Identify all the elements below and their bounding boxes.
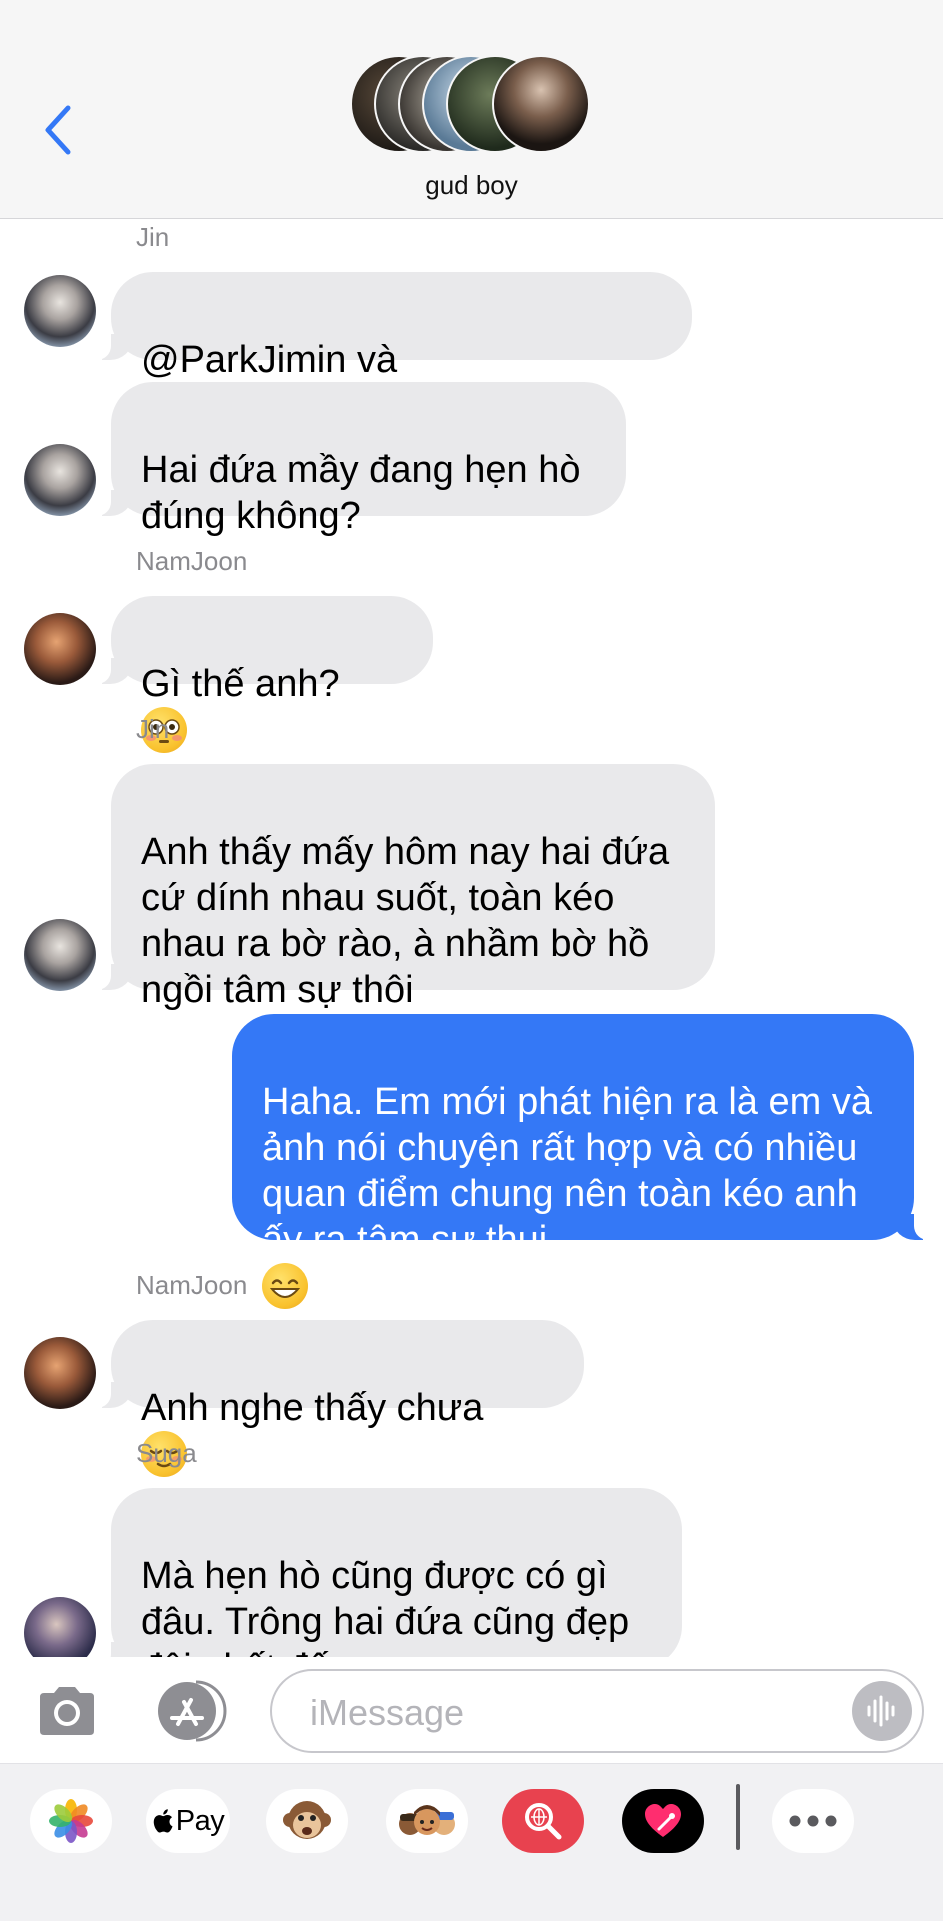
avatar-suga[interactable]	[24, 1597, 96, 1657]
avatar-namjoon[interactable]	[24, 1337, 96, 1409]
more-apps-button[interactable]	[772, 1789, 854, 1853]
avatar-jin[interactable]	[24, 444, 96, 516]
sender-name: Suga	[136, 1438, 197, 1468]
avatar-jin[interactable]	[24, 919, 96, 991]
animoji-button[interactable]	[266, 1789, 348, 1853]
group-avatar-stack[interactable]	[350, 55, 595, 155]
images-search-icon	[525, 1803, 562, 1840]
photos-app-button[interactable]	[30, 1789, 112, 1853]
outgoing-message-bubble[interactable]: Haha. Em mới phát hiện ra là em và ảnh n…	[232, 1014, 936, 1309]
photos-app-icon	[49, 1799, 93, 1843]
avatar-namjoon[interactable]	[24, 613, 96, 685]
camera-icon	[40, 1687, 94, 1735]
message-text: Haha. Em mới phát hiện ra là em và ảnh n…	[262, 1081, 872, 1261]
apple-pay-button[interactable]: Pay	[146, 1789, 230, 1853]
compose-bar	[0, 1657, 943, 1763]
app-drawer: Pay	[0, 1763, 943, 1921]
memoji-stickers-button[interactable]	[386, 1789, 468, 1853]
apple-pay-label: Pay	[175, 1804, 225, 1837]
drawer-divider	[736, 1784, 740, 1850]
incoming-message-bubble[interactable]: Gì thế anh?	[89, 596, 433, 753]
chevron-left-icon	[45, 105, 71, 155]
message-text: Anh nghe thấy chưa	[141, 1387, 484, 1429]
back-button[interactable]	[38, 100, 78, 160]
incoming-message-bubble[interactable]: @ParkJimin và @KimNamjoon	[89, 272, 692, 427]
message-text: Anh thấy mấy hôm nay hai đứa cứ dính nha…	[141, 831, 670, 1011]
audio-waveform-icon	[867, 1695, 895, 1727]
app-store-button[interactable]	[150, 1680, 230, 1742]
grinning-face-emoji	[262, 1263, 308, 1309]
more-ellipsis-icon	[789, 1815, 837, 1827]
sender-name: Jin	[136, 222, 170, 252]
incoming-message-bubble[interactable]: Hai đứa mầy đang hẹn hò đúng không?	[89, 382, 626, 537]
app-store-icon	[158, 1680, 227, 1742]
voice-message-button[interactable]	[852, 1681, 912, 1741]
message-text: Mà hẹn hò cũng được có gì đâu. Trông hai…	[141, 1555, 630, 1657]
animoji-monkey-icon	[283, 1801, 331, 1839]
digital-touch-heart-icon	[645, 1804, 681, 1837]
sender-name: Jin	[136, 714, 170, 744]
message-text: Hai đứa mầy đang hẹn hò đúng không?	[141, 449, 581, 537]
group-name[interactable]: gud boy	[0, 170, 943, 201]
message-list[interactable]: Jin @ParkJimin và @KimNamjoon Hai đứa mầ…	[0, 219, 943, 1657]
avatar-jin[interactable]	[24, 275, 96, 347]
memoji-stickers-icon	[399, 1805, 455, 1835]
message-text: Gì thế anh?	[141, 663, 340, 705]
message-input[interactable]	[308, 1687, 792, 1739]
conversation-header: gud boy	[0, 0, 943, 219]
sender-name: NamJoon	[136, 1270, 248, 1300]
incoming-message-bubble[interactable]: Anh nghe thấy chưa	[89, 1320, 584, 1477]
imessage-field[interactable]	[270, 1669, 924, 1753]
images-search-button[interactable]	[502, 1789, 584, 1853]
digital-touch-button[interactable]	[622, 1789, 704, 1853]
sender-name: NamJoon	[136, 546, 248, 576]
apple-logo-icon	[153, 1809, 173, 1833]
camera-button[interactable]	[36, 1683, 98, 1739]
incoming-message-bubble[interactable]: Mà hẹn hò cũng được có gì đâu. Trông hai…	[89, 1488, 682, 1657]
incoming-message-bubble[interactable]: Anh thấy mấy hôm nay hai đứa cứ dính nha…	[89, 764, 715, 1011]
member-avatar-6	[492, 55, 590, 153]
